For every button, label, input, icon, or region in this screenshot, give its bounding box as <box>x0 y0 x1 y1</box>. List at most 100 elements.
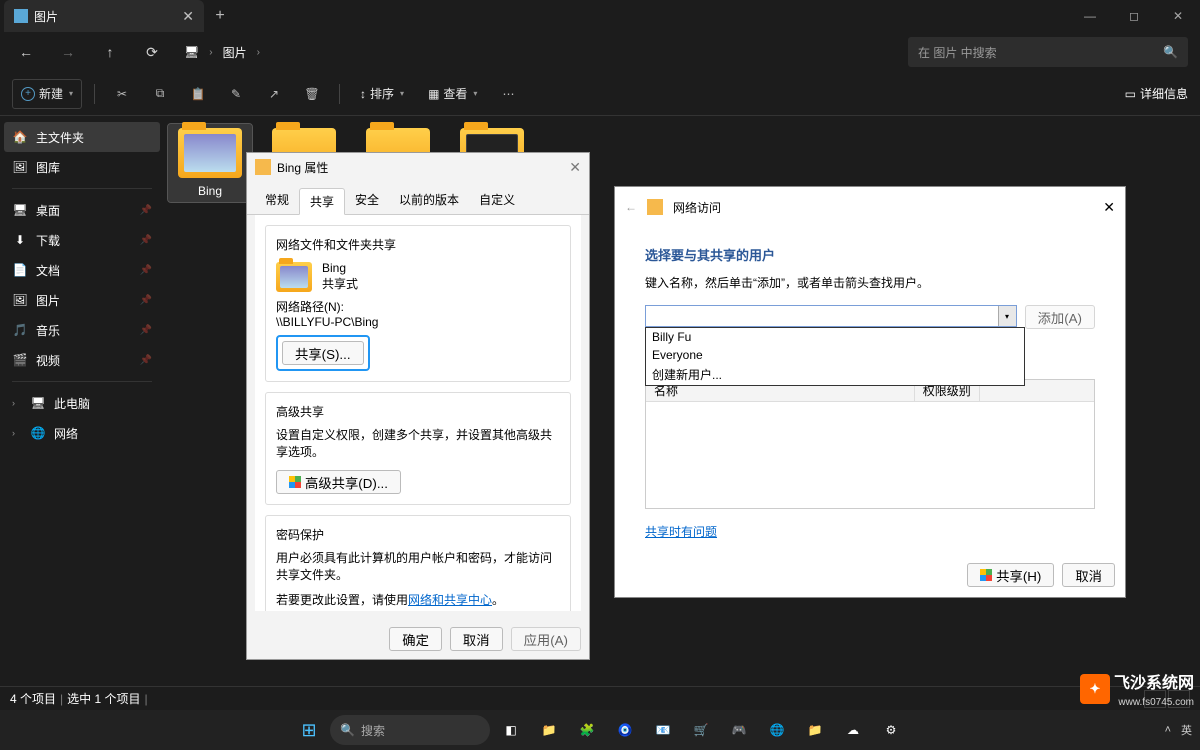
ok-button[interactable]: 确定 <box>389 627 442 651</box>
network-center-link[interactable]: 网络和共享中心 <box>408 593 492 607</box>
up-button[interactable]: ↑ <box>96 38 124 66</box>
cancel-button[interactable]: 取消 <box>450 627 503 651</box>
sidebar-item-gallery[interactable]: 🖼 图库 <box>4 152 160 182</box>
dialog-titlebar[interactable]: Bing 属性 ✕ <box>247 153 589 181</box>
cancel-button[interactable]: 取消 <box>1062 563 1115 587</box>
task-view-button[interactable]: ◧ <box>494 713 528 747</box>
tab-previous-versions[interactable]: 以前的版本 <box>389 187 469 214</box>
details-button[interactable]: ▭ 详细信息 <box>1125 85 1188 102</box>
back-button[interactable]: ← <box>625 200 637 214</box>
tab-active[interactable]: 图片 ✕ <box>4 0 204 32</box>
title-bar: 图片 ✕ + — ◻ ✕ <box>0 0 1200 32</box>
netpath-label: 网络路径(N): <box>276 298 560 315</box>
close-icon[interactable]: ✕ <box>182 8 194 25</box>
delete-button[interactable]: 🗑 <box>297 79 327 109</box>
share-confirm-button[interactable]: 共享(H) <box>967 563 1054 587</box>
pin-icon: 📌 <box>140 295 152 306</box>
taskbar-app[interactable]: 🧿 <box>608 713 642 747</box>
taskbar-app[interactable]: ⚙ <box>874 713 908 747</box>
view-button[interactable]: ▦ 查看 ▾ <box>420 79 485 109</box>
sidebar-item-label: 音乐 <box>36 322 60 339</box>
cut-button[interactable]: ✂ <box>107 79 137 109</box>
trouble-link[interactable]: 共享时有问题 <box>645 525 717 539</box>
minimize-button[interactable]: — <box>1068 0 1112 32</box>
password-protect-group: 密码保护 用户必须具有此计算机的用户帐户和密码，才能访问共享文件夹。 若要更改此… <box>265 515 571 611</box>
sidebar-item-pictures[interactable]: 🖼图片📌 <box>4 285 160 315</box>
taskbar-app[interactable]: 🌐 <box>760 713 794 747</box>
paste-button[interactable]: 📋 <box>183 79 213 109</box>
dialog-actions: 确定 取消 应用(A) <box>247 619 589 659</box>
taskbar-app[interactable]: 🛒 <box>684 713 718 747</box>
dropdown-item[interactable]: Billy Fu <box>646 328 1024 346</box>
close-icon[interactable]: ✕ <box>1103 199 1115 216</box>
new-tab-button[interactable]: + <box>204 7 236 25</box>
chevron-down-icon: ▾ <box>69 89 73 98</box>
taskbar-app[interactable]: 📁 <box>798 713 832 747</box>
start-button[interactable]: ⊞ <box>292 713 326 747</box>
user-input[interactable] <box>646 306 998 326</box>
dropdown-item[interactable]: Everyone <box>646 346 1024 364</box>
share-button[interactable]: ↗ <box>259 79 289 109</box>
windows-icon: ⊞ <box>301 720 316 741</box>
tab-share[interactable]: 共享 <box>299 188 345 215</box>
tab-custom[interactable]: 自定义 <box>469 187 525 214</box>
folder-bing[interactable]: Bing <box>168 124 252 202</box>
sidebar-item-documents[interactable]: 📄文档📌 <box>4 255 160 285</box>
tab-security[interactable]: 安全 <box>345 187 389 214</box>
system-tray[interactable]: ˄ 英 <box>1165 722 1192 738</box>
dropdown-item[interactable]: 创建新用户... <box>646 364 1024 385</box>
refresh-button[interactable]: ⟳ <box>138 38 166 66</box>
sidebar-item-music[interactable]: 🎵音乐📌 <box>4 315 160 345</box>
rename-button[interactable]: ✎ <box>221 79 251 109</box>
more-button[interactable]: ⋯ <box>493 79 523 109</box>
apply-button[interactable]: 应用(A) <box>511 627 581 651</box>
chevron-down-icon[interactable]: ▾ <box>998 306 1016 326</box>
maximize-button[interactable]: ◻ <box>1112 0 1156 32</box>
tab-general[interactable]: 常规 <box>255 187 299 214</box>
add-button[interactable]: 添加(A) <box>1025 305 1095 329</box>
forward-button[interactable]: → <box>54 38 82 66</box>
copy-button[interactable]: ⧉ <box>145 79 175 109</box>
taskbar-app[interactable]: 🧩 <box>570 713 604 747</box>
document-icon: 📄 <box>12 262 28 278</box>
taskbar-search[interactable]: 🔍 搜索 <box>330 715 490 745</box>
sidebar-item-downloads[interactable]: ⬇下载📌 <box>4 225 160 255</box>
item-count: 4 个项目 <box>10 690 56 707</box>
view-label: 查看 <box>443 85 467 102</box>
properties-tabs: 常规 共享 安全 以前的版本 自定义 <box>247 181 589 215</box>
close-window-button[interactable]: ✕ <box>1156 0 1200 32</box>
group-title: 高级共享 <box>276 403 560 420</box>
breadcrumb[interactable]: 🖥 › 图片 › <box>184 44 260 61</box>
taskbar-app[interactable]: 📁 <box>532 713 566 747</box>
back-button[interactable]: ← <box>12 38 40 66</box>
separator <box>12 381 152 382</box>
taskbar-app[interactable]: 🎮 <box>722 713 756 747</box>
taskbar: ⊞ 🔍 搜索 ◧ 📁 🧩 🧿 📧 🛒 🎮 🌐 📁 ☁ ⚙ ˄ 英 <box>0 710 1200 750</box>
new-button[interactable]: + 新建 ▾ <box>12 79 82 109</box>
close-icon[interactable]: ✕ <box>569 159 581 176</box>
user-combobox[interactable]: ▾ <box>645 305 1017 327</box>
sidebar-item-videos[interactable]: 🎬视频📌 <box>4 345 160 375</box>
sidebar-item-home[interactable]: 🏠 主文件夹 <box>4 122 160 152</box>
sort-button[interactable]: ↕ 排序 ▾ <box>352 79 412 109</box>
folder-icon <box>255 159 271 175</box>
sidebar-item-network[interactable]: ›🌐网络 <box>4 418 160 448</box>
taskbar-app[interactable]: ☁ <box>836 713 870 747</box>
dialog-header: ← 网络访问 ✕ <box>615 187 1125 227</box>
picture-icon: 🖼 <box>12 292 28 308</box>
user-list[interactable]: 名称 权限级别 <box>645 379 1095 509</box>
chevron-up-icon[interactable]: ˄ <box>1165 724 1171 736</box>
share-button[interactable]: 共享(S)... <box>282 341 364 365</box>
search-input[interactable]: 在 图片 中搜索 🔍 <box>908 37 1188 67</box>
sidebar-item-label: 图库 <box>36 159 60 176</box>
share-hint: 键入名称，然后单击“添加”，或者单击箭头查找用户。 <box>645 274 1095 291</box>
pc-icon: 🖥 <box>30 395 46 411</box>
sidebar-item-thispc[interactable]: ›🖥此电脑 <box>4 388 160 418</box>
advanced-share-button[interactable]: 高级共享(D)... <box>276 470 401 494</box>
sidebar-item-desktop[interactable]: 🖥桌面📌 <box>4 195 160 225</box>
separator <box>12 188 152 189</box>
sidebar-item-label: 主文件夹 <box>36 129 84 146</box>
taskbar-app[interactable]: 📧 <box>646 713 680 747</box>
breadcrumb-item[interactable]: 图片 <box>223 44 247 61</box>
lang-indicator[interactable]: 英 <box>1181 722 1192 738</box>
